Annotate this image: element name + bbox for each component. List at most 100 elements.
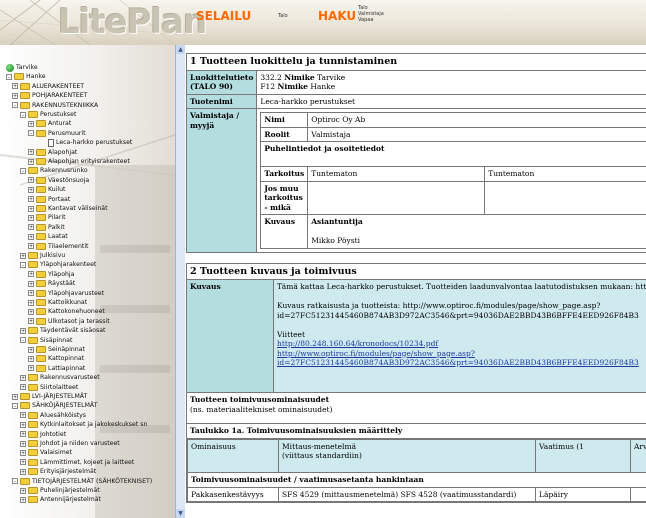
expand-icon[interactable]: + (28, 271, 34, 278)
tree-node[interactable]: + Ulkotasot ja terassit (28, 317, 110, 326)
tree-node[interactable]: + Aluesähköistys (20, 411, 86, 420)
tree-node-label[interactable]: Anturat (48, 120, 71, 127)
tree-node-label[interactable]: Julkisivu (40, 252, 65, 259)
expand-icon[interactable]: + (28, 308, 34, 315)
expand-icon[interactable]: + (28, 120, 34, 127)
expand-icon[interactable]: + (20, 421, 26, 428)
tree-node[interactable]: Tarvike (6, 63, 38, 72)
collapse-icon[interactable]: - (12, 402, 18, 409)
tree-node-label[interactable]: Erityisjärjestelmät (40, 468, 96, 475)
expand-icon[interactable]: + (28, 243, 34, 250)
tree-node-label[interactable]: Johdot ja niiden varusteet (40, 440, 120, 447)
tree-node[interactable]: + Johdot ja niiden varusteet (20, 439, 120, 448)
tree-node[interactable]: + LVI-JÄRJESTELMÄT (12, 392, 87, 401)
tree-node[interactable]: + Yläpohja (28, 270, 74, 279)
tree-node[interactable]: + Antennijärjestelmät (20, 495, 101, 504)
tree-node[interactable]: + Rakennusvarusteet (20, 373, 100, 382)
tree-node[interactable]: + Johtotiet (20, 430, 66, 439)
expand-icon[interactable]: + (20, 487, 26, 494)
tree-node-label[interactable]: Kuilut (48, 186, 65, 193)
link-pdf[interactable]: http://80.248.160.64/kronodocs/10234.pdf (277, 339, 438, 348)
expand-icon[interactable]: + (20, 459, 26, 466)
tree-node[interactable]: + Seinäpinnat (28, 345, 85, 354)
tree-node[interactable]: + Pilarit (28, 213, 66, 222)
tree-node-label[interactable]: Kantavat väliseinät (48, 205, 108, 212)
tree-node-label[interactable]: Leca-harkko perustukset (56, 139, 132, 146)
tree-node-label[interactable]: Sisäpinnat (40, 337, 72, 344)
tree-node[interactable]: - Sisäpinnat (20, 336, 72, 345)
tree-node[interactable]: + Palkit (28, 223, 65, 232)
tree-node-label[interactable]: Seinäpinnat (48, 346, 85, 353)
tree-node-label[interactable]: ALUERAKENTEET (32, 83, 84, 90)
tree-node-label[interactable]: Väestönsuoja (48, 177, 89, 184)
tree-node[interactable]: - Perustukset (20, 110, 76, 119)
tree-node-label[interactable]: Tilaelementit (48, 243, 88, 250)
expand-icon[interactable]: + (20, 431, 26, 438)
tree-node[interactable]: + Siirtolaitteet (20, 383, 78, 392)
link-optiroc[interactable]: http://www.optiroc.fi/modules/page/show_… (277, 349, 475, 358)
tree-node[interactable]: + Anturat (28, 119, 71, 128)
tree-node-label[interactable]: POHJARAKENTEET (32, 92, 87, 99)
nav-selailu[interactable]: SELAILU (196, 9, 251, 23)
tree-node[interactable]: + Puhelinjärjestelmät (20, 486, 100, 495)
tree-node-label[interactable]: Palkit (48, 224, 65, 231)
tree-node[interactable]: + Kuilut (28, 185, 65, 194)
tree-node-label[interactable]: Siirtolaitteet (40, 384, 78, 391)
tree-node[interactable]: + Kytkinlaitokset ja jakokeskukset sn (20, 420, 147, 429)
tree-node-label[interactable]: Yläpohjarakenteet (40, 261, 96, 268)
tree-node-label[interactable]: Kattokonehuoneet (48, 308, 105, 315)
collapse-icon[interactable]: - (20, 261, 26, 268)
tree-node[interactable]: + Erityisjärjestelmät (20, 467, 96, 476)
tree-node[interactable]: + POHJARAKENTEET (12, 91, 87, 100)
tree-node[interactable]: + Täydentävät sisäosat (20, 326, 105, 335)
link-optiroc-id[interactable]: id=27FC51231445460B874AB3D972AC3546&prt=… (277, 358, 639, 367)
collapse-icon[interactable]: - (6, 73, 12, 80)
expand-icon[interactable]: + (28, 346, 34, 353)
collapse-icon[interactable]: - (12, 102, 18, 109)
tree-node-label[interactable]: Antennijärjestelmät (40, 496, 101, 503)
tree-node-label[interactable]: Hanke (26, 73, 46, 80)
tree-node-label[interactable]: RAKENNUSTEKNIIKKA (32, 102, 98, 109)
tree-node[interactable]: + ALUERAKENTEET (12, 82, 84, 91)
expand-icon[interactable]: + (28, 355, 34, 362)
tree-node[interactable]: + Kantavat väliseinät (28, 204, 108, 213)
expand-icon[interactable]: + (12, 92, 18, 99)
expand-icon[interactable]: + (20, 252, 26, 259)
expand-icon[interactable]: + (28, 149, 34, 156)
tree-node[interactable]: + Kattopinnat (28, 354, 84, 363)
tree-node-label[interactable]: Perustukset (40, 111, 76, 118)
tree-node[interactable]: + Julkisivu (20, 251, 65, 260)
tree-node[interactable]: - Perusmuurit (28, 129, 86, 138)
collapse-icon[interactable]: - (20, 167, 26, 174)
tree-node[interactable]: - RAKENNUSTEKNIIKKA (12, 101, 98, 110)
expand-icon[interactable]: + (20, 327, 26, 334)
tree-node-label[interactable]: Tarvike (16, 64, 38, 71)
expand-icon[interactable]: + (28, 186, 34, 193)
tree-node-label[interactable]: Kattopinnat (48, 355, 84, 362)
expand-icon[interactable]: + (28, 233, 34, 240)
tree-node[interactable]: - Yläpohjarakenteet (20, 260, 96, 269)
expand-icon[interactable]: + (28, 290, 34, 297)
nav-haku[interactable]: HAKU (318, 9, 356, 23)
tree-node[interactable]: + Yläpohjavarusteet (28, 289, 104, 298)
tree-node-label[interactable]: Alapohjat (48, 149, 77, 156)
expand-icon[interactable]: + (12, 83, 18, 90)
expand-icon[interactable]: + (20, 449, 26, 456)
collapse-icon[interactable]: - (20, 337, 26, 344)
tree-node[interactable]: + Väestönsuoja (28, 176, 89, 185)
tree-scrollbar[interactable]: ▲ ▼ (175, 45, 185, 518)
expand-icon[interactable]: + (28, 177, 34, 184)
tree-node[interactable]: + Lämmittimet, kojeet ja laitteet (20, 458, 134, 467)
tree-node-label[interactable]: Yläpohjavarusteet (48, 290, 104, 297)
tree-node-label[interactable]: LVI-JÄRJESTELMÄT (32, 393, 87, 400)
tree-node-label[interactable]: Lattiapinnat (48, 365, 85, 372)
expand-icon[interactable]: + (28, 299, 34, 306)
tree-node[interactable]: + Alapohjan erityisrakenteet (28, 157, 130, 166)
tree-node[interactable]: + Portaat (28, 195, 70, 204)
tree-node-label[interactable]: Kattoikkunat (48, 299, 87, 306)
scroll-up-icon[interactable]: ▲ (176, 45, 185, 54)
expand-icon[interactable]: + (28, 214, 34, 221)
collapse-icon[interactable]: - (28, 130, 34, 137)
tree-node-label[interactable]: Portaat (48, 196, 70, 203)
tree-node-label[interactable]: TIETOJÄRJESTELMÄT (SÄHKÖTEKNISET) (32, 478, 152, 485)
